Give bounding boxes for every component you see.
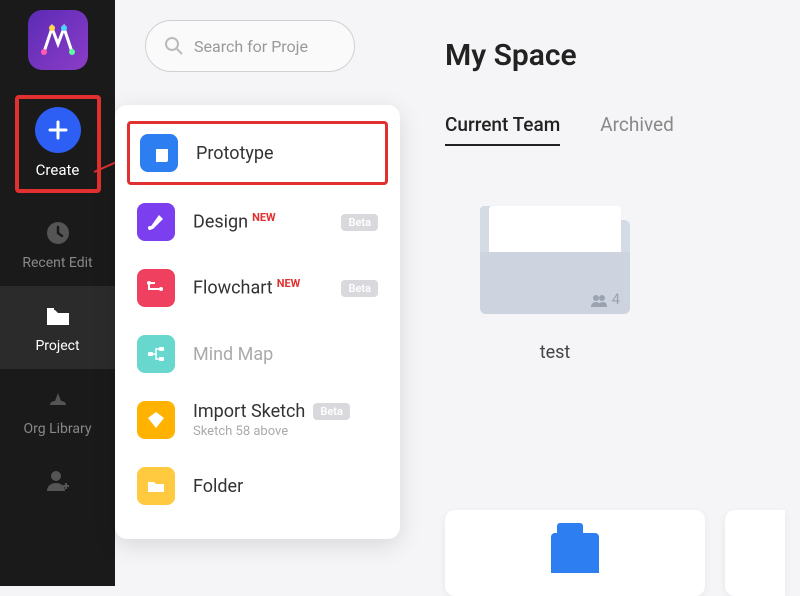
beta-badge: Beta bbox=[341, 280, 378, 297]
sidebar-item-recent-edit[interactable]: Recent Edit bbox=[0, 203, 115, 286]
app-logo[interactable] bbox=[28, 10, 88, 70]
clock-icon bbox=[42, 217, 74, 249]
create-menu-prototype[interactable]: Prototype bbox=[127, 121, 388, 185]
menu-label: Design bbox=[193, 212, 248, 233]
sidebar-item-user[interactable] bbox=[0, 451, 115, 517]
folder-name: test bbox=[540, 342, 571, 363]
tabs: Current Team Archived bbox=[445, 113, 800, 146]
folder-thumbnail: 4 bbox=[480, 206, 630, 314]
search-input[interactable]: Search for Proje bbox=[145, 20, 355, 72]
menu-label: Prototype bbox=[196, 143, 274, 164]
flowchart-icon bbox=[137, 269, 175, 307]
project-card-icon bbox=[551, 533, 599, 573]
user-icon bbox=[42, 465, 74, 497]
design-icon bbox=[137, 203, 175, 241]
project-card[interactable] bbox=[725, 510, 785, 596]
mindmap-icon bbox=[137, 335, 175, 373]
sidebar-item-org-library[interactable]: Org Library bbox=[0, 369, 115, 452]
menu-sublabel: Sketch 58 above bbox=[193, 424, 378, 439]
main-area: My Space Current Team Archived 4 test bbox=[445, 20, 800, 363]
folder-icon bbox=[42, 300, 74, 332]
create-menu-flowchart[interactable]: Flowchart NEW Beta bbox=[115, 255, 400, 321]
create-menu-design[interactable]: Design NEW Beta bbox=[115, 189, 400, 255]
tab-current-team[interactable]: Current Team bbox=[445, 113, 560, 146]
prototype-icon bbox=[140, 134, 178, 172]
menu-label: Folder bbox=[193, 476, 243, 497]
project-card[interactable] bbox=[445, 510, 705, 596]
sidebar-label: Org Library bbox=[24, 421, 92, 438]
new-badge: NEW bbox=[277, 277, 301, 290]
menu-label: Flowchart bbox=[193, 278, 273, 299]
create-label: Create bbox=[36, 161, 80, 179]
beta-badge: Beta bbox=[341, 214, 378, 231]
plus-icon bbox=[35, 107, 81, 153]
page-title: My Space bbox=[445, 38, 800, 73]
search-placeholder: Search for Proje bbox=[194, 37, 308, 56]
menu-label: Import Sketch bbox=[193, 401, 305, 422]
sketch-icon bbox=[137, 401, 175, 439]
new-badge: NEW bbox=[252, 211, 276, 224]
sidebar-label: Recent Edit bbox=[22, 255, 92, 272]
beta-badge: Beta bbox=[313, 403, 350, 420]
search-icon bbox=[164, 36, 184, 56]
tab-archived[interactable]: Archived bbox=[600, 113, 674, 146]
members-icon bbox=[590, 294, 608, 308]
content-area: Search for Proje Prototype Design NEW Bet… bbox=[115, 0, 800, 586]
folder-member-count: 4 bbox=[612, 290, 620, 308]
create-menu-popup: Prototype Design NEW Beta Flowchart NEW Be… bbox=[115, 105, 400, 539]
folder-icon bbox=[137, 467, 175, 505]
create-button[interactable]: Create bbox=[15, 95, 101, 193]
menu-label: Mind Map bbox=[193, 344, 273, 365]
create-menu-mindmap[interactable]: Mind Map bbox=[115, 321, 400, 387]
create-menu-import-sketch[interactable]: Import Sketch Beta Sketch 58 above bbox=[115, 387, 400, 453]
sidebar: Create Recent Edit Project Org Library bbox=[0, 0, 115, 586]
sidebar-label: Project bbox=[35, 338, 79, 355]
folder-card[interactable]: 4 test bbox=[475, 206, 635, 363]
create-menu-folder[interactable]: Folder bbox=[115, 453, 400, 519]
sidebar-item-project[interactable]: Project bbox=[0, 286, 115, 369]
library-icon bbox=[42, 383, 74, 415]
